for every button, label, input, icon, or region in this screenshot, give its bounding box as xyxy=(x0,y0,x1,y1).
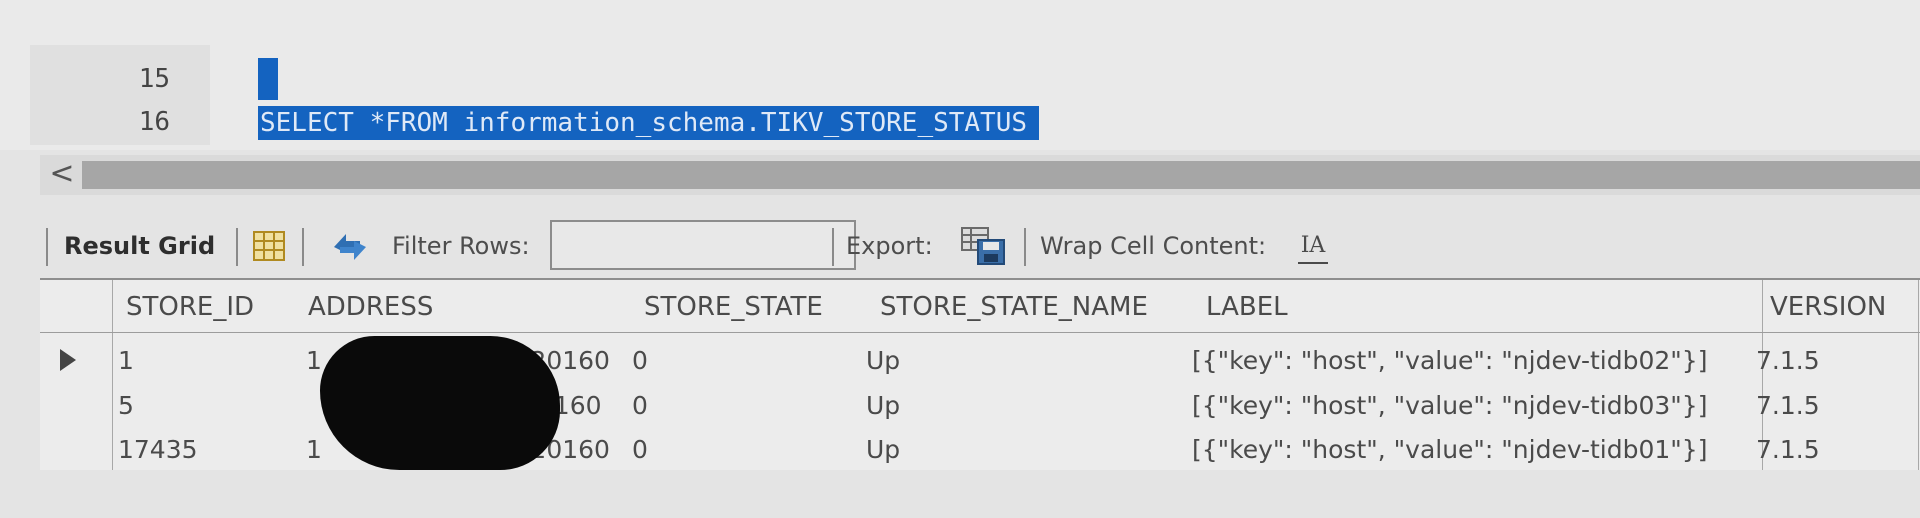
cell-store-state-name[interactable]: Up xyxy=(866,435,900,464)
column-divider xyxy=(1918,280,1919,470)
result-toolbar: Result Grid Filter Rows: Export: Wrap Ce… xyxy=(40,218,1920,276)
column-header-version[interactable]: VERSION xyxy=(1770,292,1886,322)
line-number-15: 15 xyxy=(138,64,170,94)
cell-store-id[interactable]: 5 xyxy=(118,391,134,420)
cell-version[interactable]: 7.1.5 xyxy=(1756,435,1820,464)
toolbar-divider xyxy=(302,228,304,266)
scroll-left-icon[interactable]: < xyxy=(48,157,76,191)
cell-label[interactable]: [{"key": "host", "value": "njdev-tidb01"… xyxy=(1192,435,1707,464)
column-header-store-id[interactable]: STORE_ID xyxy=(126,292,254,322)
cell-store-state[interactable]: 0 xyxy=(632,435,648,464)
cell-version[interactable]: 7.1.5 xyxy=(1756,346,1820,375)
column-header-store-state[interactable]: STORE_STATE xyxy=(644,292,823,322)
column-divider xyxy=(112,280,113,470)
grid-icon[interactable] xyxy=(252,230,286,262)
result-grid[interactable]: STORE_ID ADDRESS STORE_STATE STORE_STATE… xyxy=(40,278,1920,470)
column-header-address[interactable]: ADDRESS xyxy=(308,292,433,322)
cell-store-state[interactable]: 0 xyxy=(632,346,648,375)
horizontal-scrollbar[interactable]: < xyxy=(40,155,1920,195)
cell-store-state-name[interactable]: Up xyxy=(866,391,900,420)
export-label: Export: xyxy=(846,232,933,260)
header-divider xyxy=(40,332,1920,333)
toolbar-divider xyxy=(236,228,238,266)
toolbar-divider xyxy=(46,228,48,266)
filter-rows-input[interactable] xyxy=(550,220,856,270)
wrap-cell-content-label: Wrap Cell Content: xyxy=(1040,232,1267,260)
export-icon[interactable] xyxy=(960,226,1006,266)
cell-version[interactable]: 7.1.5 xyxy=(1756,391,1820,420)
cell-label[interactable]: [{"key": "host", "value": "njdev-tidb02"… xyxy=(1192,346,1707,375)
cell-store-state-name[interactable]: Up xyxy=(866,346,900,375)
cell-address[interactable]: 1 xyxy=(306,346,322,375)
scrollbar-track[interactable] xyxy=(82,161,1920,189)
cell-label[interactable]: [{"key": "host", "value": "njdev-tidb03"… xyxy=(1192,391,1707,420)
column-header-store-state-name[interactable]: STORE_STATE_NAME xyxy=(880,292,1148,322)
cell-store-state[interactable]: 0 xyxy=(632,391,648,420)
wrap-cell-icon[interactable]: IA xyxy=(1298,232,1328,264)
toolbar-divider xyxy=(832,228,834,266)
cell-address[interactable]: 1 xyxy=(306,435,322,464)
text-cursor-selection xyxy=(258,58,278,100)
toolbar-divider xyxy=(1024,228,1026,266)
line-number-16: 16 xyxy=(138,107,170,137)
result-grid-tab[interactable]: Result Grid xyxy=(64,232,215,260)
cell-store-id[interactable]: 1 xyxy=(118,346,134,375)
redaction-blob xyxy=(320,336,560,470)
cell-store-id[interactable]: 17435 xyxy=(118,435,198,464)
filter-rows-label: Filter Rows: xyxy=(392,232,530,260)
refresh-icon[interactable] xyxy=(330,230,370,264)
sql-editor[interactable]: 15 16 SELECT *FROM information_schema.TI… xyxy=(0,0,1920,150)
column-header-label[interactable]: LABEL xyxy=(1206,292,1288,322)
sql-query-line[interactable]: SELECT *FROM information_schema.TIKV_STO… xyxy=(258,106,1040,140)
row-selected-indicator-icon xyxy=(60,349,76,371)
